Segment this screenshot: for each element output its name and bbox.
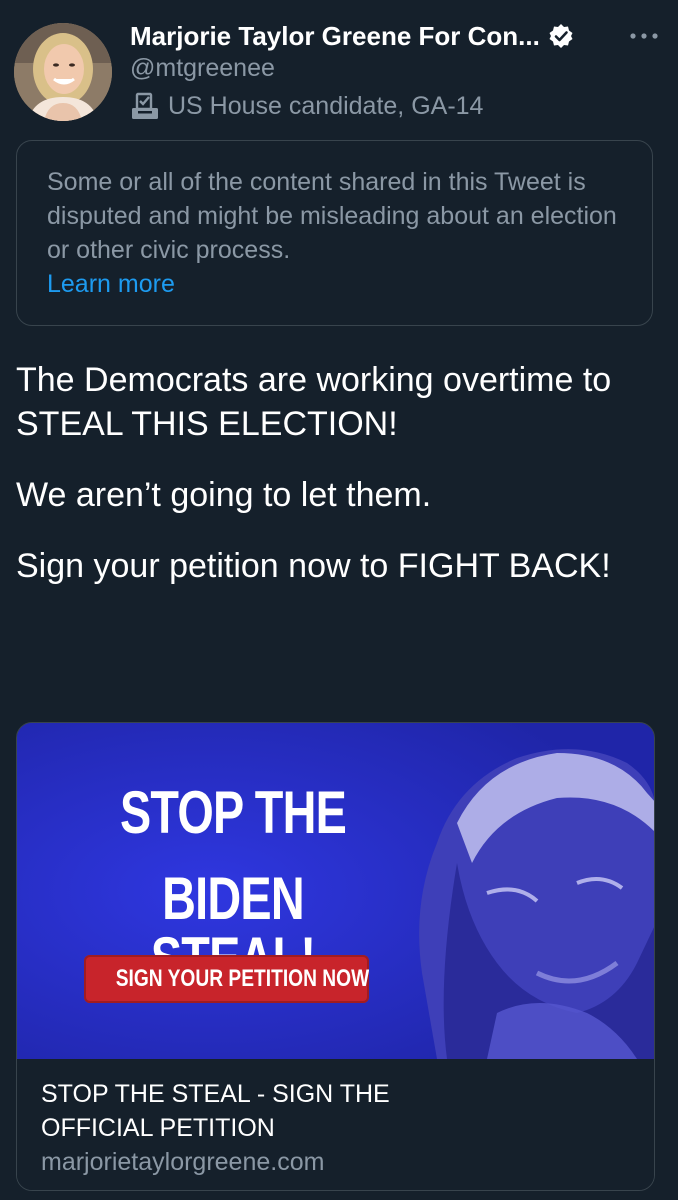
disputed-notice: Some or all of the content shared in thi… <box>16 140 653 326</box>
tweet-paragraph: We aren’t going to let them. <box>16 476 432 514</box>
sign-petition-banner-label: SIGN YOUR PETITION NOW <box>115 965 369 992</box>
tweet-text: The Democrats are working overtime to ST… <box>16 358 666 615</box>
handle[interactable]: @mtgreenee <box>130 54 275 83</box>
card-domain: marjorietaylorgreene.com <box>41 1148 325 1176</box>
avatar[interactable] <box>14 23 112 121</box>
candidate-label-text: US House candidate, GA-14 <box>168 91 484 120</box>
tweet: Marjorie Taylor Greene For Con... @mtgre… <box>0 0 678 1200</box>
ballot-box-icon <box>130 91 160 121</box>
display-name[interactable]: Marjorie Taylor Greene For Con... <box>130 21 540 52</box>
verified-icon <box>548 23 574 49</box>
tweet-paragraph: The Democrats are working overtime to ST… <box>16 361 612 443</box>
card-image-headline: STOP THE <box>119 779 347 846</box>
notice-text: Some or all of the content shared in thi… <box>47 168 617 264</box>
card-meta[interactable]: STOP THE STEAL - SIGN THE OFFICIAL PETIT… <box>17 1059 654 1190</box>
learn-more-link[interactable]: Learn more <box>47 267 622 301</box>
display-name-row: Marjorie Taylor Greene For Con... <box>130 16 664 56</box>
candidate-label: US House candidate, GA-14 <box>130 91 483 121</box>
tweet-paragraph: Sign your petition now to FIGHT BACK! <box>16 547 611 585</box>
more-icon[interactable] <box>624 24 664 48</box>
sign-petition-banner: SIGN YOUR PETITION NOW <box>84 955 369 1003</box>
card-title: STOP THE STEAL - SIGN THE OFFICIAL PETIT… <box>41 1080 390 1142</box>
card-image[interactable]: STOP THE BIDEN STEAL! SIGN YOUR PETITION… <box>17 723 654 1059</box>
link-card[interactable]: STOP THE BIDEN STEAL! SIGN YOUR PETITION… <box>16 722 655 1191</box>
